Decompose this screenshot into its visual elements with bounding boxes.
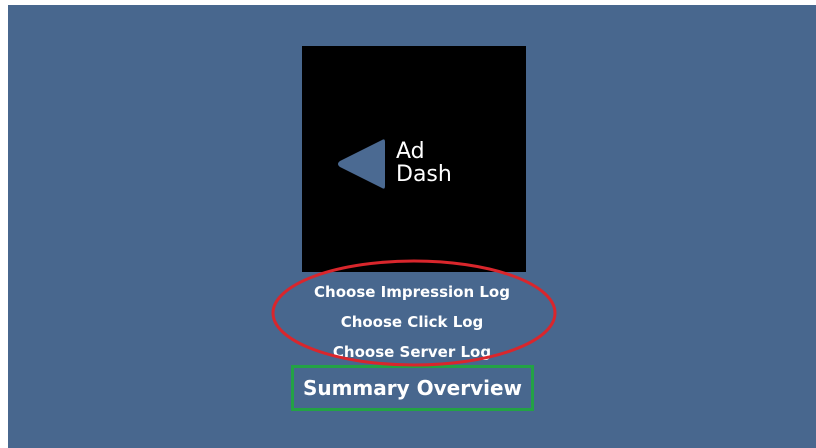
ad-dash-logo: Ad Dash xyxy=(302,46,526,272)
summary-overview-label: Summary Overview xyxy=(302,376,523,400)
app-window: Ad Dash Choose Impression Log Choose Cli… xyxy=(8,5,816,448)
logo-text-line1: Ad xyxy=(396,139,425,164)
triangle-play-icon xyxy=(338,139,385,189)
choose-server-log-button[interactable]: Choose Server Log xyxy=(8,343,816,361)
logo-text: Ad Dash xyxy=(396,140,452,186)
logo-text-line2: Dash xyxy=(396,162,452,187)
summary-overview-button[interactable]: Summary Overview xyxy=(291,365,534,411)
choose-impression-log-button[interactable]: Choose Impression Log xyxy=(8,283,816,301)
choose-click-log-button[interactable]: Choose Click Log xyxy=(8,313,816,331)
